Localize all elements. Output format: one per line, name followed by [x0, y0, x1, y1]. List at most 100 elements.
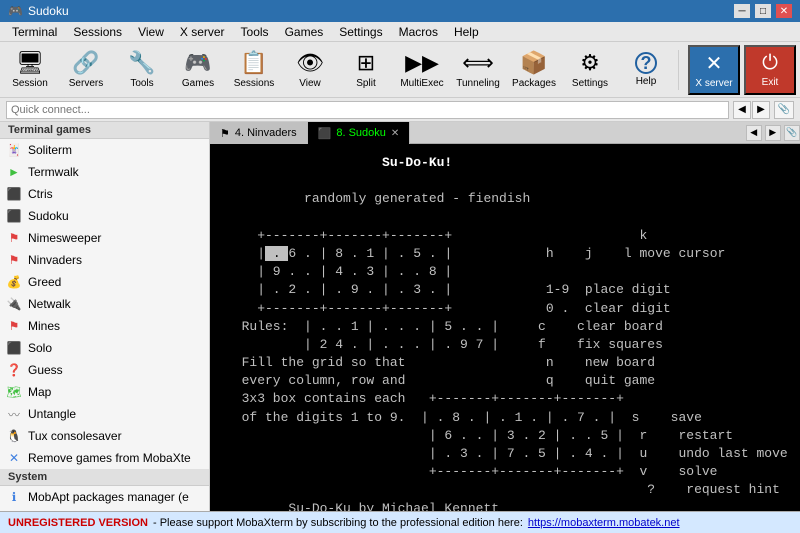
tab-nav-left[interactable]: ◀	[746, 125, 762, 141]
xserver-label: X server	[695, 78, 732, 89]
session-button[interactable]: 🖥 Session	[4, 45, 56, 95]
xserver-button[interactable]: ✕ X server	[688, 45, 740, 95]
sidebar-item-map[interactable]: 🗺 Map	[0, 381, 209, 403]
packages-icon: 📦	[520, 50, 547, 76]
sidebar-item-label: Guess	[28, 363, 63, 377]
main-area: Terminal games 🃏 Soliterm ► Termwalk ⬛ C…	[0, 122, 800, 511]
session-icon: 🖥	[16, 50, 44, 76]
menu-terminal[interactable]: Terminal	[4, 22, 65, 41]
multiexec-button[interactable]: ▶▶ MultiExec	[396, 45, 448, 95]
terminal-content[interactable]: Su-Do-Ku! randomly generated - fiendish …	[210, 144, 800, 511]
exit-button[interactable]: ⏻ Exit	[744, 45, 796, 95]
titlebar: 🎮 Sudoku ─ □ ✕	[0, 0, 800, 22]
tab-nav-right[interactable]: ▶	[765, 125, 781, 141]
games-button[interactable]: 🎮 Games	[172, 45, 224, 95]
servers-icon: 🔗	[72, 50, 99, 76]
sidebar-item-ctris[interactable]: ⬛ Ctris	[0, 183, 209, 205]
sidebar-item-mines[interactable]: ⚑ Mines	[0, 315, 209, 337]
menu-help[interactable]: Help	[446, 22, 487, 41]
multiexec-label: MultiExec	[400, 78, 443, 89]
tab-close-button[interactable]: ✕	[391, 128, 399, 139]
sidebar-item-remove-games[interactable]: ✕ Remove games from MobaXte	[0, 447, 209, 469]
tunneling-button[interactable]: ⟺ Tunneling	[452, 45, 504, 95]
titlebar-title: 🎮 Sudoku	[8, 4, 69, 18]
sidebar-item-label: Nimesweeper	[28, 231, 101, 245]
tab-ninvaders-label: 4. Ninvaders	[235, 127, 297, 139]
sidebar-item-solo[interactable]: ⬛ Solo	[0, 337, 209, 359]
toolbar-separator	[678, 50, 679, 90]
sidebar-item-ninvaders[interactable]: ⚑ Ninvaders	[0, 249, 209, 271]
sessions-label: Sessions	[234, 78, 275, 89]
menu-games[interactable]: Games	[277, 22, 332, 41]
statusbar-link[interactable]: https://mobaxterm.mobatek.net	[528, 517, 680, 529]
maximize-button[interactable]: □	[755, 4, 771, 18]
remove-games-icon: ✕	[6, 450, 22, 466]
split-button[interactable]: ⊞ Split	[340, 45, 392, 95]
close-button[interactable]: ✕	[776, 4, 792, 18]
packages-label: Packages	[512, 78, 556, 89]
tunneling-label: Tunneling	[456, 78, 500, 89]
ctris-icon: ⬛	[6, 186, 22, 202]
menu-tools[interactable]: Tools	[233, 22, 277, 41]
menu-settings[interactable]: Settings	[331, 22, 390, 41]
sidebar-item-sudoku[interactable]: ⬛ Sudoku	[0, 205, 209, 227]
statusbar-unregistered: UNREGISTERED VERSION	[8, 517, 148, 529]
menu-xserver[interactable]: X server	[172, 22, 233, 41]
help-icon: ?	[635, 52, 657, 74]
sidebar-item-netwalk[interactable]: 🔌 Netwalk	[0, 293, 209, 315]
multiexec-icon: ▶▶	[405, 50, 439, 76]
sidebar-item-nimesweeper[interactable]: ⚑ Nimesweeper	[0, 227, 209, 249]
sidebar-item-label: Greed	[28, 275, 61, 289]
tools-button[interactable]: 🔧 Tools	[116, 45, 168, 95]
tab-sudoku-label: 8. Sudoku	[336, 127, 386, 139]
mobApt-icon: ℹ	[6, 489, 22, 505]
ninvaders-icon: ⚑	[6, 252, 22, 268]
minimize-button[interactable]: ─	[734, 4, 750, 18]
view-button[interactable]: 👁 View	[284, 45, 336, 95]
sidebar-item-label: Termwalk	[28, 165, 79, 179]
sidebar-item-untangle[interactable]: 〰 Untangle	[0, 403, 209, 425]
tools-label: Tools	[130, 78, 153, 89]
sidebar-item-label: Netwalk	[28, 297, 71, 311]
sidebar-item-guess[interactable]: ❓ Guess	[0, 359, 209, 381]
menu-view[interactable]: View	[130, 22, 172, 41]
tab-attach[interactable]: 📎	[784, 125, 800, 141]
sidebar-item-label: Ninvaders	[28, 253, 82, 267]
sidebar-item-soliterm[interactable]: 🃏 Soliterm	[0, 139, 209, 161]
titlebar-controls: ─ □ ✕	[734, 4, 792, 18]
content-area: ⚑ 4. Ninvaders ⬛ 8. Sudoku ✕ ◀ ▶ 📎 Su-Do…	[210, 122, 800, 511]
sidebar-section-terminal-games: Terminal games	[0, 122, 209, 139]
mines-icon: ⚑	[6, 318, 22, 334]
attach-button[interactable]: 📎	[774, 101, 794, 119]
sidebar-item-label: Ctris	[28, 187, 53, 201]
exit-label: Exit	[762, 77, 779, 88]
sidebar-item-greed[interactable]: 💰 Greed	[0, 271, 209, 293]
view-icon: 👁	[296, 50, 324, 76]
sidebar: Terminal games 🃏 Soliterm ► Termwalk ⬛ C…	[0, 122, 210, 511]
menu-sessions[interactable]: Sessions	[65, 22, 130, 41]
statusbar-message: - Please support MobaXterm by subscribin…	[153, 517, 523, 529]
sidebar-item-label: Tux consolesaver	[28, 429, 122, 443]
statusbar: UNREGISTERED VERSION - Please support Mo…	[0, 511, 800, 533]
sidebar-item-x11dwm[interactable]: ✕ X11 tab with Dwm	[0, 508, 209, 511]
tab-sudoku[interactable]: ⬛ 8. Sudoku ✕	[308, 122, 411, 144]
sidebar-item-mobApt[interactable]: ℹ MobApt packages manager (e	[0, 486, 209, 508]
xserver-icon: ✕	[706, 51, 723, 76]
quickconnect-input[interactable]	[6, 101, 729, 119]
settings-button[interactable]: ⚙ Settings	[564, 45, 616, 95]
sidebar-item-tux[interactable]: 🐧 Tux consolesaver	[0, 425, 209, 447]
nav-back-button[interactable]: ◀	[733, 101, 751, 119]
menu-macros[interactable]: Macros	[391, 22, 446, 41]
packages-button[interactable]: 📦 Packages	[508, 45, 560, 95]
tabs-right: ◀ ▶ 📎	[746, 122, 800, 143]
tab-ninvaders[interactable]: ⚑ 4. Ninvaders	[210, 122, 308, 144]
sessions-icon: 📋	[240, 50, 267, 76]
sidebar-item-termwalk[interactable]: ► Termwalk	[0, 161, 209, 183]
sidebar-item-label: Map	[28, 385, 51, 399]
sessions-button[interactable]: 📋 Sessions	[228, 45, 280, 95]
help-button[interactable]: ? Help	[620, 45, 672, 95]
toolbar-right: ✕ X server ⏻ Exit	[688, 45, 796, 95]
nav-forward-button[interactable]: ▶	[752, 101, 770, 119]
servers-button[interactable]: 🔗 Servers	[60, 45, 112, 95]
netwalk-icon: 🔌	[6, 296, 22, 312]
